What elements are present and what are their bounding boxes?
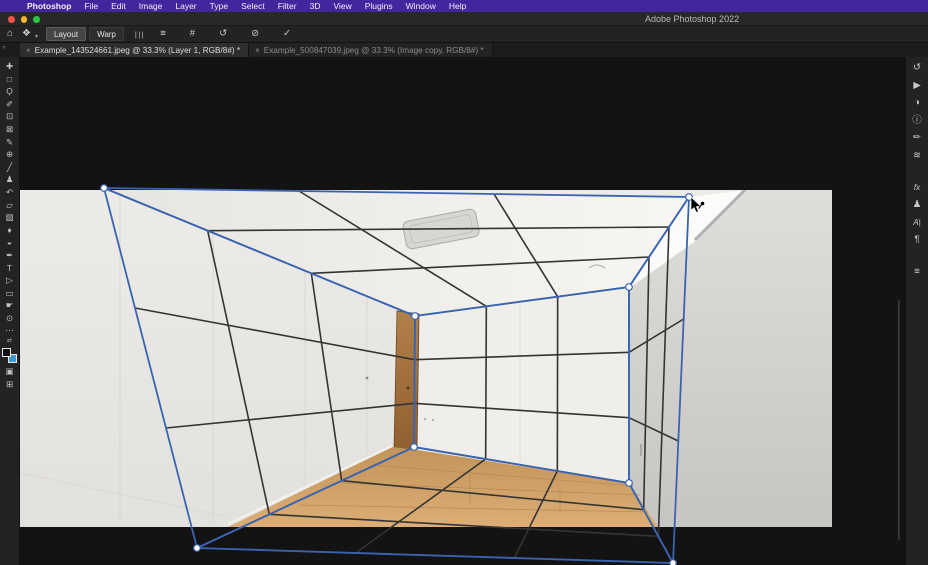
- commit-warp-icon[interactable]: ✓: [283, 29, 291, 39]
- menu-item-plugins[interactable]: Plugins: [365, 1, 393, 11]
- menu-item-edit[interactable]: Edit: [111, 1, 126, 11]
- cancel-warp-icon[interactable]: ⊘: [251, 29, 259, 39]
- quick-mask-button[interactable]: ▣: [5, 365, 13, 378]
- warp-mode-button[interactable]: Warp: [89, 27, 124, 41]
- menu-item-type[interactable]: Type: [210, 1, 228, 11]
- warp-handle-br[interactable]: [669, 559, 677, 565]
- photoshop-window: Photoshop File Edit Image Layer Type Select Fil…: [0, 0, 928, 565]
- crop-tool[interactable]: ⊡: [6, 110, 13, 123]
- menu-item-layer[interactable]: Layer: [175, 1, 196, 11]
- canvas-area[interactable]: [20, 57, 905, 565]
- home-icon[interactable]: ⌂: [7, 29, 13, 39]
- warp-handle-bbl[interactable]: [410, 443, 418, 451]
- gradient-tool[interactable]: ▧: [5, 211, 13, 224]
- auto-horizontal-lines-icon[interactable]: ≡: [160, 29, 166, 39]
- minimize-window-button[interactable]: [20, 16, 27, 23]
- perspective-warp-tool-icon[interactable]: ❖: [22, 29, 31, 39]
- close-tab-icon[interactable]: ×: [255, 46, 260, 55]
- zoom-window-button[interactable]: [33, 16, 40, 23]
- hand-tool[interactable]: ☛: [6, 299, 14, 312]
- move-tool[interactable]: ✚: [6, 60, 13, 73]
- menu-bar: Photoshop File Edit Image Layer Type Select Fil…: [0, 0, 928, 12]
- pen-tool[interactable]: ✒: [6, 249, 13, 262]
- document-tab-bar: » × Example_143524661.jpeg @ 33.3% (Layer…: [0, 43, 928, 57]
- brush-tool[interactable]: ╱: [7, 161, 12, 174]
- eyedropper-tool[interactable]: ✎: [6, 136, 13, 149]
- clone-stamp-tool[interactable]: ♟: [6, 173, 14, 186]
- adjustments-panel-icon[interactable]: ◑: [914, 96, 920, 109]
- eraser-tool[interactable]: ▱: [6, 199, 13, 212]
- warp-handle-bl[interactable]: [193, 544, 201, 552]
- auto-both-grid-icon[interactable]: #: [190, 29, 195, 39]
- menu-item-window[interactable]: Window: [406, 1, 436, 11]
- color-swatches: [2, 348, 17, 364]
- menu-item-3d[interactable]: 3D: [310, 1, 321, 11]
- close-tab-icon[interactable]: ×: [26, 46, 31, 55]
- document-tab-2[interactable]: × Example_500847039.jpeg @ 33.3% (Image c…: [249, 43, 493, 57]
- warp-handle-bbr[interactable]: [625, 479, 633, 487]
- panel-dock: ↺ ▶ ◑ ⓘ ✏ ≋ fx ♟ A| ¶ ≡: [905, 57, 928, 565]
- history-panel-icon[interactable]: ↺: [913, 61, 921, 74]
- zoom-tool[interactable]: ⊙: [6, 312, 13, 325]
- window-title: Adobe Photoshop 2022: [645, 14, 740, 24]
- object-selection-tool[interactable]: ✐: [6, 98, 13, 111]
- menu-item-image[interactable]: Image: [139, 1, 163, 11]
- title-bar: Adobe Photoshop 2022: [0, 12, 928, 26]
- reset-warp-icon[interactable]: ↺: [219, 29, 227, 39]
- warp-grid-line: [484, 306, 488, 460]
- document-tab-1[interactable]: × Example_143524661.jpeg @ 33.3% (Layer 1…: [20, 43, 250, 57]
- auto-vertical-lines-icon[interactable]: |||: [135, 30, 145, 39]
- history-brush-tool[interactable]: ↶: [6, 186, 13, 199]
- document-canvas[interactable]: [20, 57, 905, 565]
- room-photo: [20, 190, 832, 527]
- frame-tool[interactable]: ⊠: [6, 123, 13, 136]
- info-panel-icon[interactable]: ⓘ: [912, 114, 922, 127]
- menu-item-filter[interactable]: Filter: [278, 1, 297, 11]
- chevron-down-icon[interactable]: ▾: [35, 33, 38, 40]
- marquee-tool[interactable]: □: [7, 73, 12, 86]
- warp-handle-btr[interactable]: [625, 283, 633, 291]
- foreground-color-swatch[interactable]: [2, 348, 11, 358]
- warp-handle-btl[interactable]: [411, 312, 419, 320]
- layout-mode-button[interactable]: Layout: [46, 27, 87, 41]
- warp-handle-tl[interactable]: [100, 184, 108, 192]
- options-bar: ⌂ ❖ ▾ Layout Warp ||| ≡ # ↺ ⊘ ✓: [0, 26, 928, 43]
- tab-label: Example_500847039.jpeg @ 33.3% (Image co…: [263, 45, 484, 55]
- menu-item-view[interactable]: View: [333, 1, 351, 11]
- screen-mode-button[interactable]: ⊞: [6, 378, 13, 391]
- close-window-button[interactable]: [8, 16, 15, 23]
- blur-tool[interactable]: ♦: [7, 224, 11, 237]
- menu-item-help[interactable]: Help: [449, 1, 466, 11]
- tool-bar: ✚ □ Ϙ ✐ ⊡ ⊠ ✎ ⊕ ╱ ♟ ↶ ▱ ▧ ♦ ◒ ✒ T ▷ ▭ ☛ ⊙ ⋯ ⇄ ▣ ⊞: [0, 57, 20, 565]
- styles-panel-icon[interactable]: fx: [914, 181, 920, 194]
- dodge-tool[interactable]: ◒: [7, 236, 12, 249]
- character-panel-icon[interactable]: A|: [913, 216, 920, 229]
- path-selection-tool[interactable]: ▷: [6, 274, 13, 287]
- clone-source-panel-icon[interactable]: ♟: [913, 198, 922, 211]
- menu-item-photoshop[interactable]: Photoshop: [27, 1, 71, 11]
- tab-label: Example_143524661.jpeg @ 33.3% (Layer 1,…: [34, 45, 241, 55]
- type-tool[interactable]: T: [7, 262, 12, 275]
- properties-panel-icon[interactable]: ≡: [914, 265, 920, 278]
- healing-brush-tool[interactable]: ⊕: [6, 148, 13, 161]
- swap-colors-icon[interactable]: ⇄: [7, 337, 12, 345]
- brushes-panel-icon[interactable]: ≋: [913, 149, 921, 162]
- tab-overflow-icon[interactable]: »: [0, 43, 20, 57]
- canvas-scrollbar[interactable]: [898, 300, 900, 540]
- actions-panel-icon[interactable]: ▶: [913, 79, 920, 92]
- menu-item-file[interactable]: File: [84, 1, 98, 11]
- brush-settings-panel-icon[interactable]: ✏: [913, 131, 921, 144]
- toolbar-ellipsis[interactable]: ⋯: [5, 324, 14, 337]
- shape-tool[interactable]: ▭: [5, 287, 13, 300]
- menu-item-select[interactable]: Select: [241, 1, 265, 11]
- paragraph-panel-icon[interactable]: ¶: [914, 233, 919, 246]
- lasso-tool[interactable]: Ϙ: [6, 85, 13, 98]
